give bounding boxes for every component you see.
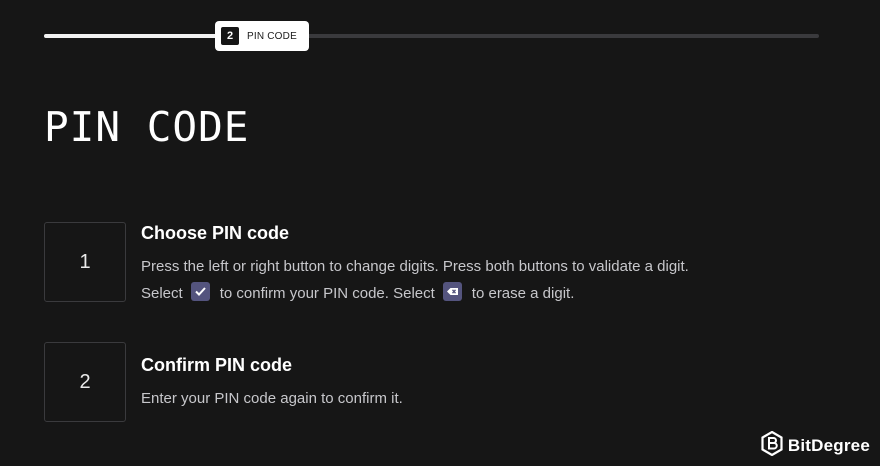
step-number-box: 1 [44,222,126,302]
step-description: Press the left or right button to change… [141,253,689,307]
bitdegree-logo-icon [761,430,783,461]
step-indicator: 2 PIN CODE [215,21,309,51]
step-indicator-label: PIN CODE [247,30,297,42]
step-indicator-number: 2 [221,27,239,45]
step-description: Enter your PIN code again to confirm it. [141,390,403,407]
step-description-text: Select [141,285,183,302]
step-description-text: to erase a digit. [471,285,575,302]
step-row-2: 2 Confirm PIN code Enter your PIN code a… [44,342,403,422]
step-text: Confirm PIN code Enter your PIN code aga… [141,342,403,422]
brand-name: BitDegree [787,436,870,455]
progress-track [44,34,819,38]
step-description-text: to confirm your PIN code. Select [219,285,435,302]
step-heading: Confirm PIN code [141,355,293,375]
checkmark-icon [190,282,210,301]
step-heading: Choose PIN code [141,223,290,243]
step-description-line: Press the left or right button to change… [141,258,689,275]
step-number-box: 2 [44,342,126,422]
backspace-icon [442,282,462,301]
brand-watermark: BitDegree [761,430,870,461]
page-title: PIN CODE [44,103,250,151]
step-text: Choose PIN code Press the left or right … [141,222,689,307]
step-row-1: 1 Choose PIN code Press the left or righ… [44,222,689,307]
